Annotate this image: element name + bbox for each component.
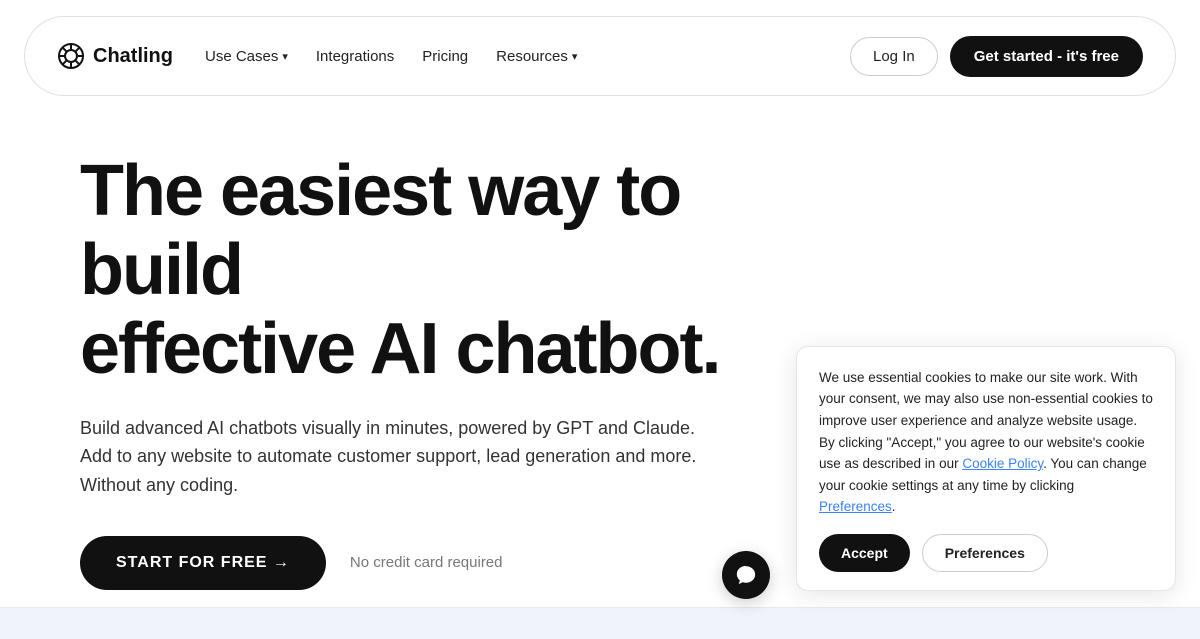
- chat-widget-button[interactable]: [722, 551, 770, 599]
- nav-links: Use Cases ▾ Integrations Pricing Resourc…: [205, 48, 577, 65]
- logo-icon: [57, 42, 85, 70]
- chat-icon: [735, 564, 757, 586]
- chevron-down-icon: ▾: [282, 50, 288, 63]
- nav-resources-label: Resources: [496, 48, 568, 65]
- no-credit-card-text: No credit card required: [350, 554, 503, 571]
- hero-title-line1: The easiest way to build: [80, 151, 680, 310]
- login-button[interactable]: Log In: [850, 37, 938, 76]
- cookie-banner: We use essential cookies to make our sit…: [796, 346, 1176, 591]
- start-for-free-button[interactable]: START FOR FREE →: [80, 536, 326, 590]
- hero-title-line2: effective AI chatbot.: [80, 309, 719, 389]
- nav-right: Log In Get started - it's free: [850, 36, 1143, 77]
- cookie-policy-link[interactable]: Cookie Policy: [962, 456, 1043, 471]
- preferences-inline-link[interactable]: Preferences: [819, 499, 892, 514]
- nav-integrations[interactable]: Integrations: [316, 48, 394, 65]
- nav-use-cases[interactable]: Use Cases ▾: [205, 48, 288, 65]
- cookie-end: .: [892, 499, 896, 514]
- accept-button[interactable]: Accept: [819, 534, 910, 572]
- logo-text: Chatling: [93, 45, 173, 68]
- preferences-button[interactable]: Preferences: [922, 534, 1048, 572]
- cookie-text: We use essential cookies to make our sit…: [819, 367, 1153, 518]
- get-started-button[interactable]: Get started - it's free: [950, 36, 1143, 77]
- logo[interactable]: Chatling: [57, 42, 173, 70]
- hero-title: The easiest way to build effective AI ch…: [80, 152, 860, 390]
- nav-left: Chatling Use Cases ▾ Integrations Pricin…: [57, 42, 577, 70]
- navbar: Chatling Use Cases ▾ Integrations Pricin…: [24, 16, 1176, 96]
- nav-pricing[interactable]: Pricing: [422, 48, 468, 65]
- nav-pricing-label: Pricing: [422, 48, 468, 65]
- nav-integrations-label: Integrations: [316, 48, 394, 65]
- bottom-strip: [0, 607, 1200, 639]
- cookie-buttons: Accept Preferences: [819, 534, 1153, 572]
- hero-subtitle: Build advanced AI chatbots visually in m…: [80, 414, 700, 500]
- nav-use-cases-label: Use Cases: [205, 48, 278, 65]
- chevron-down-icon-2: ▾: [572, 50, 578, 63]
- nav-resources[interactable]: Resources ▾: [496, 48, 577, 65]
